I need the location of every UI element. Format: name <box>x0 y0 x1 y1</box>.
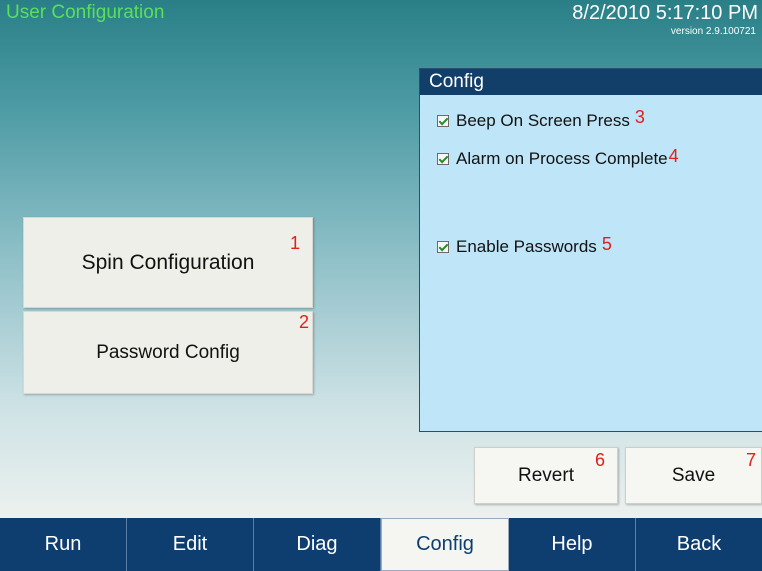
tab-diag[interactable]: Diag <box>254 518 381 571</box>
datetime-display: 8/2/2010 5:17:10 PM <box>572 2 758 24</box>
tab-run[interactable]: Run <box>0 518 127 571</box>
bottom-tab-bar: Run Edit Diag Config Help Back <box>0 518 762 571</box>
password-config-button[interactable]: Password Config <box>23 311 313 394</box>
tab-edit[interactable]: Edit <box>127 518 254 571</box>
badge-7: 7 <box>746 450 757 470</box>
badge-2: 2 <box>299 312 310 332</box>
revert-label: Revert <box>518 464 574 486</box>
spin-configuration-button[interactable]: Spin Configuration <box>23 217 313 308</box>
enable-passwords-label: Enable Passwords <box>456 237 597 256</box>
checkbox-icon[interactable] <box>437 153 449 165</box>
enable-passwords-option[interactable]: Enable Passwords 5 <box>437 233 612 257</box>
version-label: version 2.9.100721 <box>670 26 756 37</box>
beep-on-screen-press-option[interactable]: Beep On Screen Press 3 <box>437 107 645 131</box>
tab-back[interactable]: Back <box>636 518 762 571</box>
checkbox-icon[interactable] <box>437 241 449 253</box>
save-label: Save <box>671 464 716 486</box>
alarm-on-process-complete-option[interactable]: Alarm on Process Complete 4 <box>437 145 679 169</box>
page-title: User Configuration <box>6 2 165 23</box>
save-button[interactable]: Save <box>625 447 762 504</box>
beep-on-screen-press-label: Beep On Screen Press <box>456 111 630 130</box>
spin-configuration-label: Spin Configuration <box>81 250 255 274</box>
alarm-on-process-complete-label: Alarm on Process Complete <box>456 149 668 168</box>
badge-5: 5 <box>601 233 612 254</box>
badge-3: 3 <box>634 106 645 127</box>
tab-config[interactable]: Config <box>381 518 509 571</box>
password-config-label: Password Config <box>96 341 240 363</box>
config-panel: Config Beep On Screen Press 3 Alarm on P… <box>419 68 762 432</box>
checkbox-icon[interactable] <box>437 115 449 127</box>
tab-help[interactable]: Help <box>509 518 636 571</box>
badge-4: 4 <box>668 145 679 166</box>
badge-1: 1 <box>290 233 301 253</box>
config-panel-title: Config <box>420 69 762 95</box>
badge-6: 6 <box>595 450 606 470</box>
